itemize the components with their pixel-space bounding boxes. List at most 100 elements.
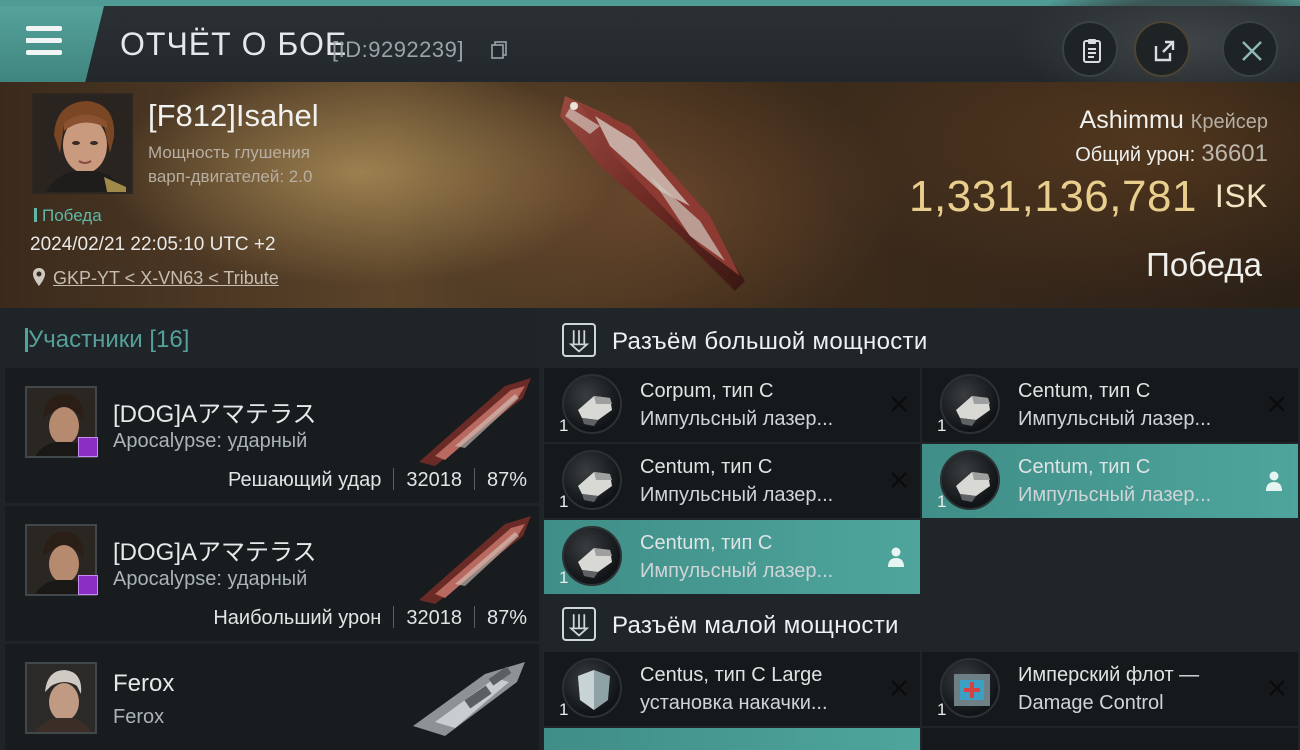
menu-icon-bar bbox=[26, 50, 62, 55]
damage-control-icon-art bbox=[954, 674, 990, 706]
divider bbox=[393, 606, 395, 628]
pulse-laser-icon-art bbox=[956, 396, 990, 426]
participant-ship: Apocalypse: ударный bbox=[113, 568, 308, 590]
participant-stats: Наибольший урон 32018 87% bbox=[213, 606, 527, 630]
isk-currency: ISK bbox=[1214, 178, 1268, 214]
participant-name: Ferox bbox=[113, 670, 175, 697]
participant-ship: Ferox bbox=[113, 706, 165, 728]
low-slot-icon bbox=[562, 607, 596, 641]
module-name: Centum, тип C bbox=[1018, 456, 1151, 478]
armor-pump-icon-art bbox=[578, 670, 610, 710]
pulse-laser-icon bbox=[562, 526, 622, 586]
menu-button[interactable] bbox=[0, 6, 104, 82]
total-damage: Общий урон: 36601 bbox=[1075, 140, 1268, 168]
module-item[interactable] bbox=[544, 728, 920, 750]
corp-badge-icon bbox=[78, 575, 98, 595]
module-name: Centus, тип C Large bbox=[640, 664, 823, 686]
module-item[interactable]: 1 Имперский флот — Damage Control bbox=[922, 652, 1298, 726]
location-link[interactable]: GKP-YT < X-VN63 < Tribute bbox=[53, 268, 279, 289]
victim-banner: [F812]Isahel Мощность глушения варп-двиг… bbox=[0, 82, 1300, 308]
module-quantity: 1 bbox=[559, 492, 569, 511]
participant-name: [DOG]Aアマテラス bbox=[113, 401, 317, 428]
pulse-laser-icon bbox=[940, 450, 1000, 510]
total-damage-label: Общий урон: bbox=[1075, 144, 1196, 166]
victim-portrait bbox=[34, 95, 131, 192]
victim-ship-name: Ashimmu bbox=[1079, 106, 1184, 134]
module-item[interactable] bbox=[922, 728, 1298, 750]
victim-pilot-name[interactable]: [F812]Isahel bbox=[148, 98, 319, 134]
participant-row[interactable]: [DOG]Aアマテラス Apocalypse: ударный Решающий… bbox=[5, 368, 539, 503]
share-icon bbox=[1154, 40, 1175, 62]
module-item[interactable]: 1 Centum, тип C Импульсный лазер... bbox=[544, 520, 920, 594]
module-name: Имперский флот — bbox=[1018, 664, 1200, 686]
result-badge: Победа bbox=[34, 206, 102, 226]
module-item[interactable]: 1 Centum, тип C Импульсный лазер... bbox=[544, 444, 920, 518]
module-type: Импульсный лазер... bbox=[1018, 484, 1212, 506]
module-item[interactable]: 1 Centum, тип C Импульсный лазер... bbox=[922, 444, 1298, 518]
isk-value: 1,331,136,781 ISK bbox=[909, 172, 1268, 222]
module-type: Импульсный лазер... bbox=[640, 408, 834, 430]
participants-panel: Участники [16] [DOG]Aアマテラス Apocalypse: у… bbox=[0, 308, 542, 750]
destroyed-x-icon bbox=[891, 472, 907, 488]
module-item[interactable]: 1 Centus, тип C Large установка накачки.… bbox=[544, 652, 920, 726]
participants-title[interactable]: Участники [16] bbox=[24, 326, 189, 354]
pulse-laser-icon-art bbox=[578, 396, 612, 426]
battle-result: Победа bbox=[1146, 246, 1262, 283]
menu-icon-dot bbox=[26, 38, 31, 43]
warp-scramble-value: варп-двигателей: 2.0 bbox=[148, 167, 313, 186]
victim-avatar[interactable] bbox=[32, 93, 133, 194]
participant-row[interactable]: [DOG]Aアマテラス Apocalypse: ударный Наибольш… bbox=[5, 506, 539, 641]
module-name: Centum, тип C bbox=[640, 456, 773, 478]
participant-avatar bbox=[25, 662, 97, 734]
close-button[interactable] bbox=[1222, 21, 1278, 77]
warp-scramble-label: Мощность глушения bbox=[148, 143, 310, 162]
destroyed-x-icon bbox=[891, 680, 907, 696]
menu-icon-bar bbox=[30, 38, 62, 43]
battle-datetime: 2024/02/21 22:05:10 UTC +2 bbox=[30, 234, 276, 255]
participant-ship-image bbox=[413, 662, 525, 736]
location-pin-icon bbox=[33, 268, 45, 286]
clipboard-button[interactable] bbox=[1062, 21, 1118, 77]
armor-pump-icon bbox=[562, 658, 622, 718]
module-quantity: 1 bbox=[559, 700, 569, 719]
fitting-panel: Разъём большой мощности 1 Corpum, тип C … bbox=[542, 308, 1300, 750]
participant-ship: Apocalypse: ударный bbox=[113, 430, 308, 452]
module-quantity: 1 bbox=[937, 416, 947, 435]
module-type: Damage Control bbox=[1018, 692, 1164, 714]
module-type: Импульсный лазер... bbox=[640, 560, 834, 582]
clipboard-icon bbox=[1083, 39, 1101, 63]
module-quantity: 1 bbox=[937, 492, 947, 511]
pulse-laser-icon-art bbox=[578, 472, 612, 502]
destroyed-x-icon bbox=[891, 396, 907, 412]
participant-portrait bbox=[27, 664, 95, 732]
share-button[interactable] bbox=[1134, 21, 1190, 77]
isk-amount: 1,331,136,781 bbox=[909, 172, 1197, 221]
top-bar: ОТЧЁТ О БОЕ [ID:9292239] bbox=[0, 0, 1300, 86]
victim-ship-class: Крейсер bbox=[1190, 111, 1268, 133]
module-quantity: 1 bbox=[559, 568, 569, 587]
pulse-laser-icon bbox=[562, 374, 622, 434]
participant-ship-image bbox=[419, 378, 531, 466]
copy-icon[interactable] bbox=[491, 41, 507, 59]
participant-percent: 87% bbox=[486, 607, 527, 629]
module-item[interactable]: 1 Centum, тип C Импульсный лазер... bbox=[922, 368, 1298, 442]
participant-damage: 32018 bbox=[406, 607, 462, 629]
module-quantity: 1 bbox=[937, 700, 947, 719]
module-type: Импульсный лазер... bbox=[640, 484, 834, 506]
dropped-person-icon bbox=[1266, 471, 1282, 491]
module-item[interactable]: 1 Corpum, тип C Импульсный лазер... bbox=[544, 368, 920, 442]
module-name: Centum, тип C bbox=[640, 532, 773, 554]
participant-role: Наибольший урон bbox=[213, 607, 382, 629]
victim-ship[interactable]: Ashimmu Крейсер bbox=[1080, 106, 1268, 135]
participant-row[interactable]: Ferox Ferox bbox=[5, 644, 539, 750]
low-slot-header: Разъём малой мощности bbox=[542, 594, 1300, 656]
pulse-laser-icon-art bbox=[956, 472, 990, 502]
victim-ship-image bbox=[560, 96, 745, 291]
damage-control-icon bbox=[940, 658, 1000, 718]
menu-icon bbox=[26, 26, 62, 31]
participant-percent: 87% bbox=[486, 469, 527, 491]
report-id: [ID:9292239] bbox=[332, 37, 464, 62]
destroyed-x-icon bbox=[1269, 396, 1285, 412]
module-name: Centum, тип C bbox=[1018, 380, 1151, 402]
divider bbox=[473, 468, 475, 490]
